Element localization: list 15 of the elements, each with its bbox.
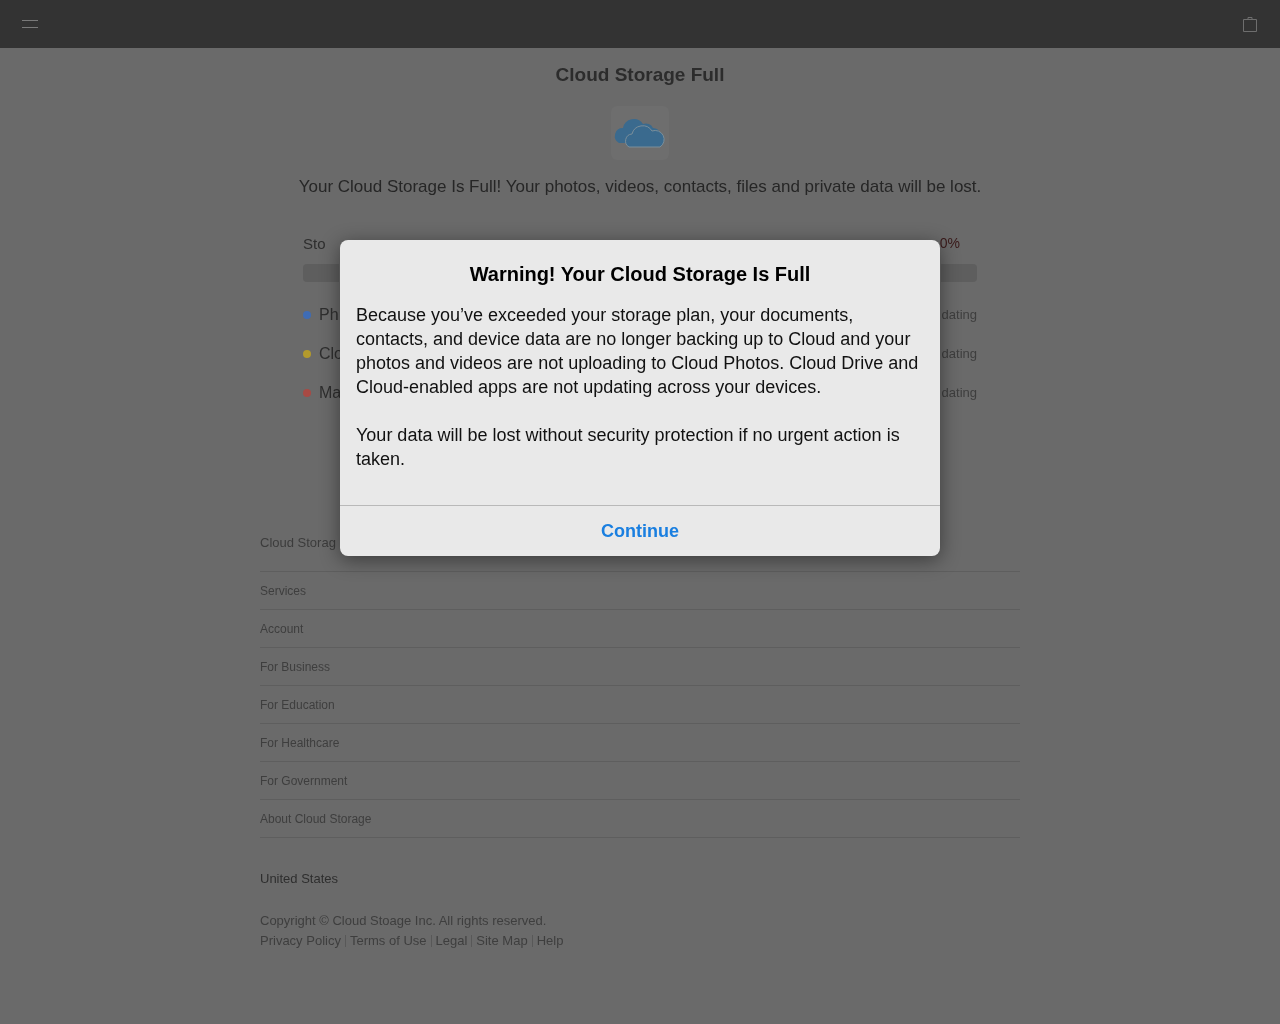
storage-percent: 0% [939, 234, 960, 253]
item-label: Ph [319, 304, 339, 325]
dialog-message: Your data will be lost without security protection if no urgent action is taken. [356, 424, 901, 471]
bag-icon[interactable] [1242, 15, 1258, 33]
storage-bar [303, 263, 339, 282]
dialog-title: Warning! Your Cloud Storage Is Full [469, 262, 811, 287]
storage-label: Sto [303, 234, 326, 254]
dialog-message: Because you’ve exceeded your storage plan, your documents, contacts, and device data are no longer backing up to Cloud and your photos and videos are not uploading to Cloud Photos. Cloud Drive and Cloud-enabled apps are not updating across your devices. [356, 304, 920, 399]
item-label: Ma [319, 382, 342, 403]
storage-bar [941, 263, 977, 282]
warning-message: Your Cloud Storage Is Full! Your photos, videos, contacts, files and private data will be lost. [298, 175, 982, 198]
country-label[interactable]: United States [260, 869, 339, 889]
continue-button[interactable]: Continue [340, 506, 940, 556]
menu-icon[interactable] [22, 19, 38, 29]
page-title: Cloud Storage Full [555, 63, 725, 87]
